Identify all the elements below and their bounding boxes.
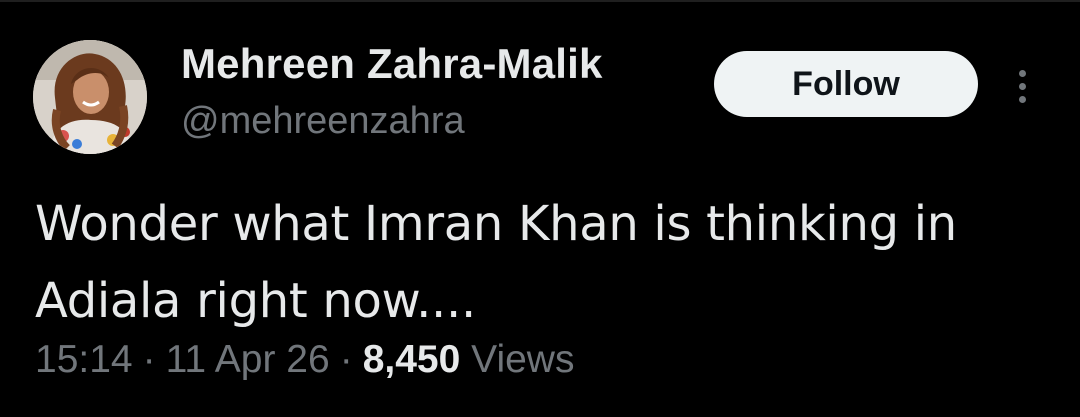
- tweet-text-line: Wonder what Imran Khan is thinking in: [35, 196, 957, 252]
- tweet-card: Mehreen Zahra-Malik @mehreenzahra Follow…: [0, 0, 1080, 417]
- avatar[interactable]: [33, 40, 147, 154]
- author-handle[interactable]: @mehreenzahra: [181, 100, 465, 143]
- tweet-date[interactable]: 11 Apr 26: [166, 338, 330, 381]
- tweet-time[interactable]: 15:14: [35, 338, 133, 381]
- separator: ·: [142, 338, 156, 381]
- tweet-text-line: Adiala right now....: [35, 272, 476, 329]
- author-display-name[interactable]: Mehreen Zahra-Malik: [181, 40, 603, 88]
- separator: ·: [339, 338, 353, 381]
- follow-button[interactable]: Follow: [714, 51, 978, 117]
- tweet-text: Wonder what Imran Khan is thinking in Ad…: [35, 186, 1045, 340]
- views-count[interactable]: 8,450: [363, 338, 461, 381]
- views-label[interactable]: Views: [471, 338, 574, 381]
- tweet-metadata: 15:14 · 11 Apr 26 · 8,450 Views: [35, 338, 574, 382]
- more-vertical-icon[interactable]: [1008, 64, 1038, 108]
- profile-photo: [33, 40, 147, 154]
